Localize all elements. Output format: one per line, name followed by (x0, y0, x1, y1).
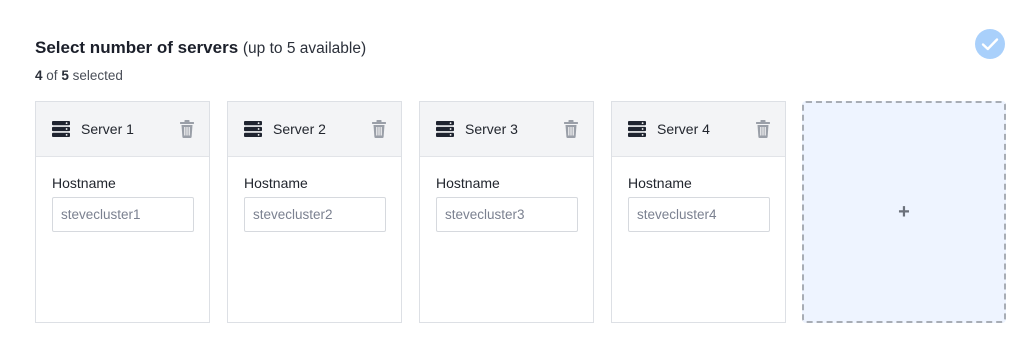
hostname-label: Hostname (628, 175, 692, 191)
header: Select number of servers (up to 5 availa… (35, 36, 366, 86)
selection-summary: 4 of 5 selected (35, 66, 366, 86)
hostname-input[interactable] (52, 197, 194, 232)
page-title: Select number of servers (up to 5 availa… (35, 36, 366, 61)
hostname-label: Hostname (436, 175, 500, 191)
server-card-body: Hostname (36, 157, 209, 232)
server-card-3: Server 3 Hostname (419, 101, 594, 323)
server-card-header: Server 2 (228, 102, 401, 157)
server-card-1: Server 1 Hostname (35, 101, 210, 323)
hostname-input[interactable] (244, 197, 386, 232)
hostname-input[interactable] (436, 197, 578, 232)
server-card-body: Hostname (420, 157, 593, 232)
check-icon (975, 29, 1005, 59)
server-card-header: Server 3 (420, 102, 593, 157)
server-card-body: Hostname (612, 157, 785, 232)
title-note: (up to 5 available) (242, 40, 367, 57)
server-title: Server 2 (273, 121, 326, 137)
server-title: Server 1 (81, 121, 134, 137)
trash-icon[interactable] (371, 120, 387, 138)
selected-text: selected (72, 68, 123, 83)
server-icon (244, 121, 262, 137)
server-card-4: Server 4 Hostname (611, 101, 786, 323)
trash-icon[interactable] (179, 120, 195, 138)
server-icon (628, 121, 646, 137)
trash-icon[interactable] (563, 120, 579, 138)
server-icon (52, 121, 70, 137)
server-card-2: Server 2 Hostname (227, 101, 402, 323)
server-icon (436, 121, 454, 137)
trash-icon[interactable] (755, 120, 771, 138)
hostname-label: Hostname (52, 175, 116, 191)
of-text: of (46, 68, 58, 83)
server-card-body: Hostname (228, 157, 401, 232)
plus-icon: + (898, 201, 910, 223)
title-text: Select number of servers (35, 38, 239, 57)
hostname-input[interactable] (628, 197, 770, 232)
selected-count: 4 (35, 68, 43, 83)
add-server-button[interactable]: + (802, 101, 1006, 323)
server-title: Server 4 (657, 121, 710, 137)
server-card-header: Server 4 (612, 102, 785, 157)
server-card-header: Server 1 (36, 102, 209, 157)
hostname-label: Hostname (244, 175, 308, 191)
total-count: 5 (61, 68, 69, 83)
server-title: Server 3 (465, 121, 518, 137)
